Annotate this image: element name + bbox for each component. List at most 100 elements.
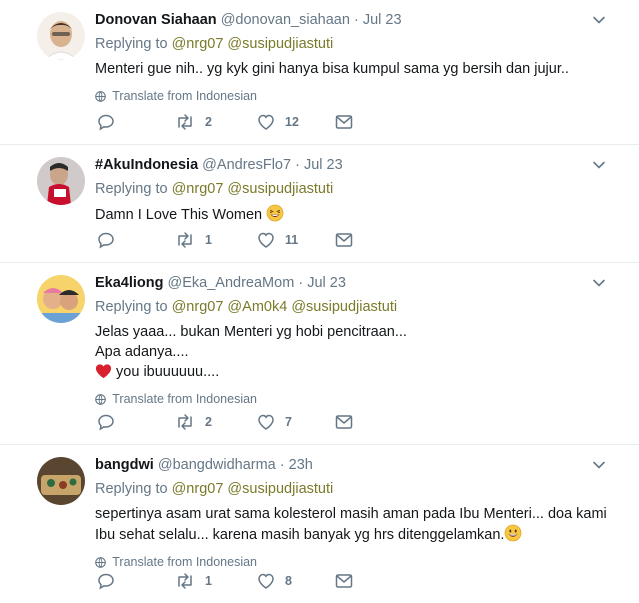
reply-button[interactable] [97, 412, 125, 432]
reply-button[interactable] [97, 112, 125, 132]
replying-to: Replying to @nrg07 @susipudjiastuti [95, 34, 619, 54]
direct-message-button[interactable] [335, 112, 353, 132]
chevron-down-icon[interactable] [591, 275, 607, 291]
envelope-icon [335, 115, 353, 129]
display-name[interactable]: Eka4liong [95, 275, 164, 291]
tweet-actions: 1 11 [95, 230, 365, 250]
like-button[interactable]: 12 [257, 112, 299, 132]
tweet[interactable]: Eka4liong @Eka_AndreaMom · Jul 23 Replyi… [0, 263, 639, 445]
retweet-count: 2 [205, 115, 212, 129]
display-name[interactable]: Donovan Siahaan [95, 12, 217, 28]
avatar[interactable] [37, 12, 85, 60]
tweet-text-line: sepertinya asam urat sama kolesterol mas… [95, 506, 607, 522]
avatar[interactable] [37, 157, 85, 205]
tweet-text-line: Jelas yaaa... bukan Menteri yg hobi penc… [95, 324, 407, 340]
mention-link[interactable]: @Am0k4 [227, 299, 287, 315]
heart-icon [258, 114, 274, 130]
reply-button[interactable] [97, 230, 125, 250]
direct-message-button[interactable] [335, 230, 353, 250]
retweet-button[interactable]: 1 [175, 571, 212, 591]
retweet-count: 1 [205, 233, 212, 247]
chevron-down-icon[interactable] [591, 12, 607, 28]
translate-label: Translate from Indonesian [112, 555, 258, 569]
translate-link[interactable]: Translate from Indonesian [95, 88, 619, 104]
tweet-text: Jelas yaaa... bukan Menteri yg hobi penc… [95, 322, 619, 382]
retweet-button[interactable]: 2 [175, 112, 212, 132]
display-name[interactable]: #AkuIndonesia [95, 157, 198, 173]
tweet-text-line: Menteri gue nih.. yg kyk gini hanya bisa… [95, 61, 569, 77]
heart-icon [258, 414, 274, 430]
mention-link[interactable]: @nrg07 [172, 36, 224, 52]
avatar[interactable] [37, 457, 85, 505]
timestamp[interactable]: 23h [289, 457, 313, 473]
retweet-button[interactable]: 1 [175, 230, 212, 250]
separator-dot: · [298, 275, 304, 291]
tweet[interactable]: Donovan Siahaan @donovan_siahaan · Jul 2… [0, 0, 639, 145]
like-count: 12 [285, 115, 299, 129]
translate-link[interactable]: Translate from Indonesian [95, 391, 619, 407]
translate-label: Translate from Indonesian [112, 392, 258, 406]
tweet-text-line-with-emoji: Ibu sehat selalu... karena masih banyak … [95, 524, 619, 545]
retweet-icon [178, 414, 192, 430]
tweet[interactable]: #AkuIndonesia @AndresFlo7 · Jul 23 Reply… [0, 145, 639, 263]
mention-link[interactable]: @susipudjiastuti [227, 481, 333, 497]
replying-to: Replying to @nrg07 @susipudjiastuti [95, 179, 619, 199]
replying-to-label: Replying to [95, 481, 168, 497]
retweet-button[interactable]: 2 [175, 412, 212, 432]
user-handle[interactable]: @bangdwidharma [158, 457, 276, 473]
tweet[interactable]: bangdwi @bangdwidharma · 23h Replying to… [0, 445, 639, 603]
direct-message-button[interactable] [335, 571, 353, 591]
tweet-text-line-with-emoji: you ibuuuuuu.... [95, 362, 619, 382]
tweet-text-fragment: you ibuuuuuu.... [116, 364, 220, 380]
replying-to-label: Replying to [95, 36, 168, 52]
translate-label: Translate from Indonesian [112, 89, 258, 103]
timestamp[interactable]: Jul 23 [363, 12, 402, 28]
chevron-down-icon[interactable] [591, 457, 607, 473]
red-heart-emoji [95, 364, 112, 379]
avatar[interactable] [37, 275, 85, 323]
separator-dot: · [295, 157, 300, 173]
retweet-icon [178, 114, 192, 130]
retweet-icon [178, 232, 192, 248]
like-count: 8 [285, 574, 292, 588]
envelope-icon [335, 574, 353, 588]
like-count: 7 [285, 415, 292, 429]
tweet-text-line: Damn I Love This Women [95, 207, 263, 223]
replying-to-label: Replying to [95, 181, 168, 197]
direct-message-button[interactable] [335, 412, 353, 432]
tweet-text: Damn I Love This Women [95, 204, 619, 225]
replying-to: Replying to @nrg07 @Am0k4 @susipudjiastu… [95, 297, 619, 317]
reply-button[interactable] [97, 571, 125, 591]
like-button[interactable]: 7 [257, 412, 292, 432]
replying-to: Replying to @nrg07 @susipudjiastuti [95, 479, 619, 499]
timestamp[interactable]: Jul 23 [307, 275, 346, 291]
chevron-down-icon[interactable] [591, 157, 607, 173]
mention-link[interactable]: @susipudjiastuti [291, 299, 397, 315]
mention-link[interactable]: @nrg07 [172, 481, 224, 497]
like-button[interactable]: 11 [257, 230, 298, 250]
mention-link[interactable]: @nrg07 [172, 299, 224, 315]
mention-link[interactable]: @susipudjiastuti [227, 36, 333, 52]
tweet-actions: 2 7 [95, 412, 365, 432]
reply-icon [98, 414, 114, 431]
timestamp[interactable]: Jul 23 [304, 157, 343, 173]
retweet-icon [178, 573, 192, 589]
like-button[interactable]: 8 [257, 571, 292, 591]
grinning-squint-emoji [266, 204, 284, 222]
retweet-count: 1 [205, 574, 212, 588]
user-handle[interactable]: @AndresFlo7 [202, 157, 291, 173]
reply-feed: Donovan Siahaan @donovan_siahaan · Jul 2… [0, 0, 639, 603]
tweet-actions: 2 12 [95, 112, 365, 132]
tweet-text-fragment: Ibu sehat selalu... karena masih banyak … [95, 527, 505, 543]
user-handle[interactable]: @donovan_siahaan [221, 12, 350, 28]
translate-link[interactable]: Translate from Indonesian [95, 554, 619, 570]
display-name[interactable]: bangdwi [95, 457, 154, 473]
user-handle[interactable]: @Eka_AndreaMom [168, 275, 295, 291]
tweet-text-line: Apa adanya.... [95, 344, 189, 360]
tweet-text: Menteri gue nih.. yg kyk gini hanya bisa… [95, 59, 619, 79]
globe-icon [95, 394, 106, 405]
replying-to-label: Replying to [95, 299, 168, 315]
mention-link[interactable]: @nrg07 [172, 181, 224, 197]
tweet-text: sepertinya asam urat sama kolesterol mas… [95, 504, 619, 545]
mention-link[interactable]: @susipudjiastuti [227, 181, 333, 197]
